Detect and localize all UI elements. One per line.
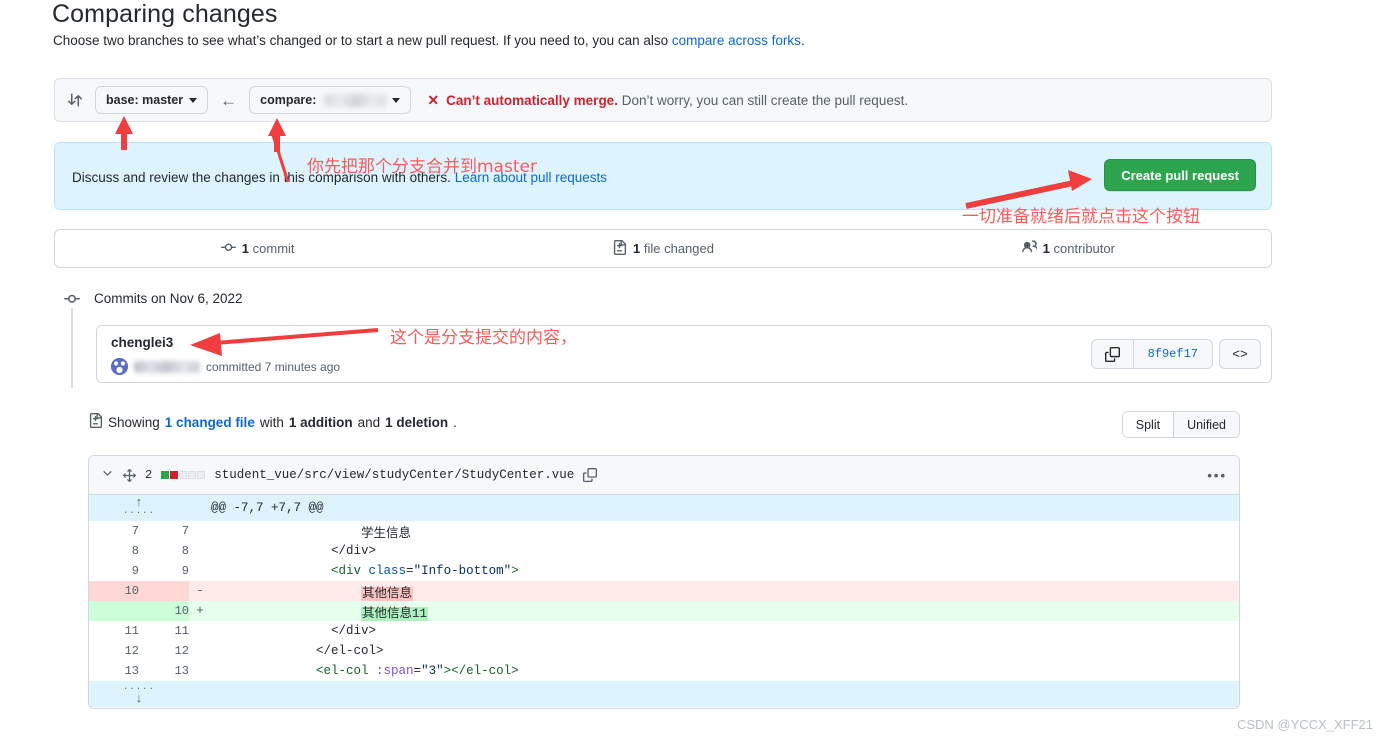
arrow-to-create-pr-button xyxy=(965,170,1092,209)
arrow-to-base-branch xyxy=(115,116,133,150)
comparing-changes-page: Comparing changes Choose two branches to… xyxy=(0,0,1385,740)
watermark: CSDN @YCCX_XFF21 xyxy=(1236,717,1373,732)
arrow-to-commit-message xyxy=(190,328,379,356)
annotation-arrows xyxy=(115,116,1092,356)
